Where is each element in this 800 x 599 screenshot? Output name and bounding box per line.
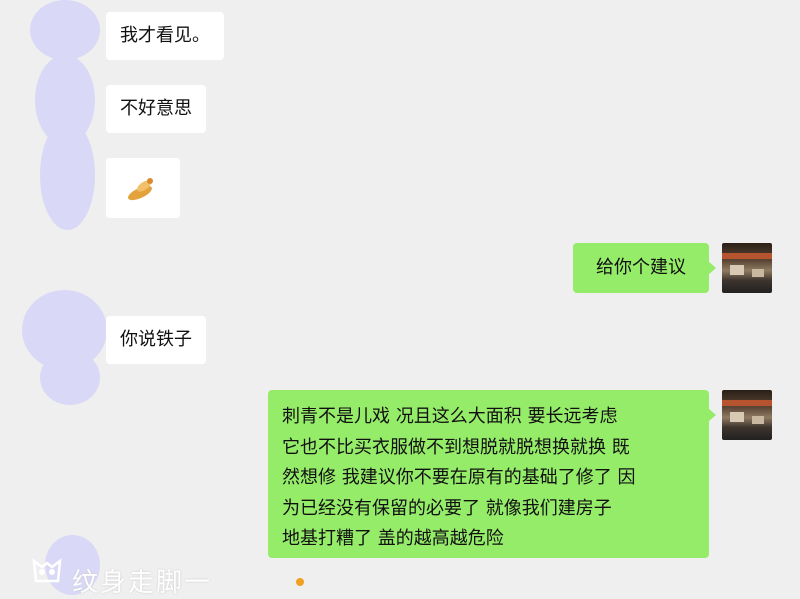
self-avatar[interactable] xyxy=(722,243,772,293)
message-line: 它也不比买衣服做不到想脱就脱想换就换 既 xyxy=(282,436,630,458)
bow-sticker-icon xyxy=(128,178,153,201)
message-bubble-received[interactable]: 你说铁子 xyxy=(106,316,206,364)
message-line: 刺青不是儿戏 况且这么大面积 要长远考虑 xyxy=(282,406,618,427)
sticker-bubble[interactable] xyxy=(106,158,180,218)
message-bubble-received[interactable]: 不好意思 xyxy=(106,85,206,133)
self-avatar[interactable] xyxy=(722,390,772,440)
message-bubble-received[interactable]: 我才看见。 xyxy=(106,12,224,60)
message-text: 我才看见。 xyxy=(120,24,210,46)
message-text: 你说铁子 xyxy=(120,328,192,350)
owl-logo-icon xyxy=(32,558,62,583)
message-text: 不好意思 xyxy=(120,97,192,119)
message-line: 然想修 我建议你不要在原有的基础了修了 因 xyxy=(282,467,636,488)
message-line: 地基打糟了 盖的越高越危险 xyxy=(282,528,504,549)
redaction-blob xyxy=(40,120,95,230)
redaction-blob xyxy=(30,0,100,60)
watermark-text: 纹身走脚一 xyxy=(72,568,213,598)
message-text: 给你个建议 xyxy=(596,256,686,278)
redaction-blob xyxy=(40,350,100,405)
message-bubble-sent[interactable]: 刺青不是儿戏 况且这么大面积 要长远考虑 它也不比买衣服做不到想脱就脱想换就换 … xyxy=(268,390,716,558)
message-line: 为已经没有保留的必要了 就像我们建房子 xyxy=(282,497,612,519)
message-bubble-sent[interactable]: 给你个建议 xyxy=(573,243,716,293)
